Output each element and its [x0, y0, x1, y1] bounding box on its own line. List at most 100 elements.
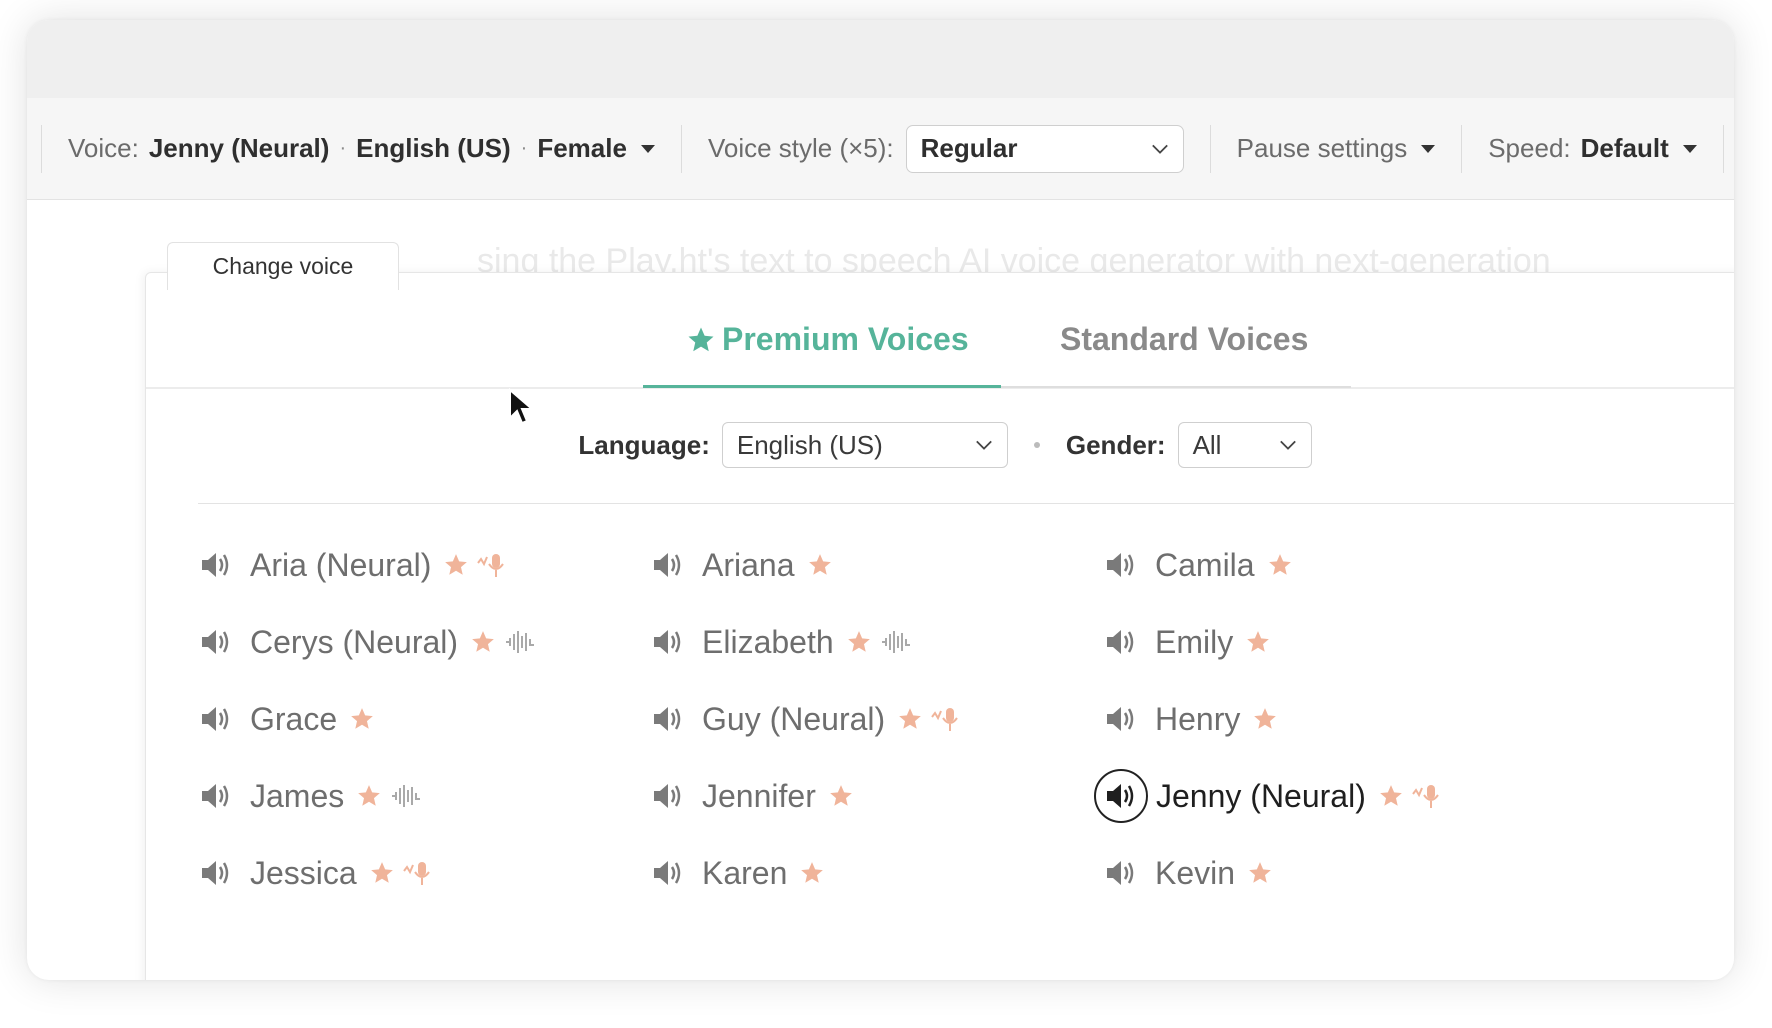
play-button[interactable] — [1103, 547, 1155, 583]
voice-style-select[interactable]: Regular — [905, 124, 1184, 173]
voice-dot: · — [520, 137, 528, 159]
voice-item[interactable]: Karen — [650, 843, 825, 903]
voice-name: Jenny (Neural) — [1156, 777, 1366, 814]
mic-wave-icon — [931, 708, 958, 731]
play-button[interactable] — [198, 778, 250, 814]
premium-star-icon — [351, 708, 373, 729]
speed-selector[interactable]: Speed: Default — [1462, 133, 1723, 164]
tab-premium-voices[interactable]: Premium Voices — [686, 321, 969, 358]
voice-picker-panel: Premium Voices Standard Voices Language:… — [145, 272, 1734, 980]
premium-star-icon — [370, 862, 393, 883]
caret-down-icon — [1421, 144, 1436, 153]
play-button[interactable] — [198, 855, 250, 891]
voice-tabs: Premium Voices Standard Voices — [146, 273, 1734, 389]
voice-name: Kevin — [1155, 854, 1236, 891]
speaker-icon — [202, 707, 229, 731]
speaker-icon — [1107, 553, 1134, 577]
change-voice-tab[interactable]: Change voice — [167, 242, 399, 290]
voice-style-label: Voice style (×5): — [707, 133, 894, 163]
voice-label: Voice: — [68, 133, 139, 163]
speaker-icon — [654, 707, 681, 731]
play-button[interactable] — [650, 701, 702, 737]
premium-star-icon — [358, 785, 381, 806]
waveform-icon — [392, 785, 421, 807]
voice-name: Emily — [1155, 623, 1234, 660]
voice-language: English (US) — [356, 133, 511, 163]
speaker-icon — [654, 553, 681, 577]
language-select[interactable]: English (US) — [721, 422, 1008, 468]
play-button[interactable] — [650, 855, 702, 891]
voice-item[interactable]: Jenny (Neural) — [1094, 766, 1444, 826]
voice-name: Jennifer — [702, 777, 816, 814]
chevron-down-icon — [976, 440, 992, 450]
pause-settings-button[interactable]: Pause settings — [1211, 133, 1462, 164]
premium-star-icon — [1254, 708, 1277, 729]
play-button[interactable] — [650, 547, 702, 583]
voice-item[interactable]: Kevin — [1103, 843, 1273, 903]
voice-name: Camila — [1155, 546, 1255, 583]
chevron-down-icon — [1279, 440, 1296, 450]
premium-star-icon — [899, 708, 921, 729]
speaker-icon — [1107, 861, 1134, 885]
premium-star-icon — [847, 631, 870, 652]
voice-item[interactable]: Emily — [1103, 612, 1271, 672]
play-button[interactable] — [198, 701, 250, 737]
play-button[interactable] — [1103, 855, 1155, 891]
premium-star-icon — [1247, 631, 1270, 652]
voice-item[interactable]: Cerys (Neural) — [198, 612, 536, 672]
voice-item[interactable]: Henry — [1103, 689, 1278, 749]
speed-value: Default — [1580, 133, 1669, 163]
voice-filters: Language: English (US) Gender: All — [146, 421, 1734, 469]
speaker-icon — [654, 630, 681, 654]
voice-item[interactable]: Aria (Neural) — [198, 535, 509, 595]
tab-label: Standard Voices — [1060, 321, 1309, 357]
voice-item[interactable]: Guy (Neural) — [650, 689, 963, 749]
app-window: Voice: Jenny (Neural) · English (US) · F… — [27, 20, 1734, 980]
play-button[interactable] — [650, 624, 702, 660]
play-button[interactable] — [198, 624, 250, 660]
gender-label: Gender: — [1065, 429, 1166, 460]
voice-name: Guy (Neural) — [702, 700, 886, 737]
speaker-icon — [202, 861, 229, 885]
toolbar-separator — [1722, 124, 1724, 173]
voice-item[interactable]: Elizabeth — [650, 612, 912, 672]
voice-name: Aria (Neural) — [250, 546, 432, 583]
play-button[interactable] — [650, 778, 702, 814]
tab-label: Premium Voices — [722, 321, 969, 357]
tab-standard-voices[interactable]: Standard Voices — [1060, 321, 1308, 358]
voice-item[interactable]: Camila — [1103, 535, 1293, 595]
voice-item[interactable]: Grace — [198, 689, 375, 749]
voice-item[interactable]: James — [198, 766, 422, 826]
speaker-icon — [654, 861, 681, 885]
chevron-down-icon — [1151, 144, 1168, 154]
play-button[interactable] — [198, 547, 250, 583]
mic-wave-icon — [402, 862, 430, 885]
play-button[interactable] — [1103, 701, 1155, 737]
premium-star-icon — [1380, 785, 1402, 806]
star-icon — [688, 327, 714, 351]
speaker-icon — [202, 630, 229, 654]
play-button[interactable] — [1094, 769, 1148, 823]
speaker-icon — [1107, 707, 1134, 731]
voice-style-value: Regular — [920, 133, 1018, 163]
gender-select[interactable]: All — [1177, 422, 1312, 468]
speaker-icon — [202, 784, 229, 808]
filter-dot-separator — [1033, 442, 1040, 448]
premium-star-icon — [801, 862, 824, 883]
language-label: Language: — [578, 429, 710, 460]
voice-name: Elizabeth — [702, 623, 834, 660]
mic-wave-icon — [1412, 785, 1439, 808]
mouse-cursor-icon — [509, 388, 535, 425]
voice-item[interactable]: Jessica — [198, 843, 435, 903]
premium-star-icon — [445, 554, 468, 575]
voice-selector[interactable]: Voice: Jenny (Neural) · English (US) · F… — [42, 133, 681, 164]
voice-item[interactable]: Ariana — [650, 535, 833, 595]
voice-item[interactable]: Jennifer — [650, 766, 854, 826]
change-voice-label: Change voice — [212, 253, 354, 279]
play-button[interactable] — [1103, 624, 1155, 660]
speaker-icon — [1107, 784, 1134, 808]
voice-name: Jenny (Neural) — [148, 133, 330, 163]
waveform-icon — [506, 631, 535, 653]
voice-gender: Female — [537, 133, 627, 163]
caret-down-icon — [640, 144, 655, 153]
